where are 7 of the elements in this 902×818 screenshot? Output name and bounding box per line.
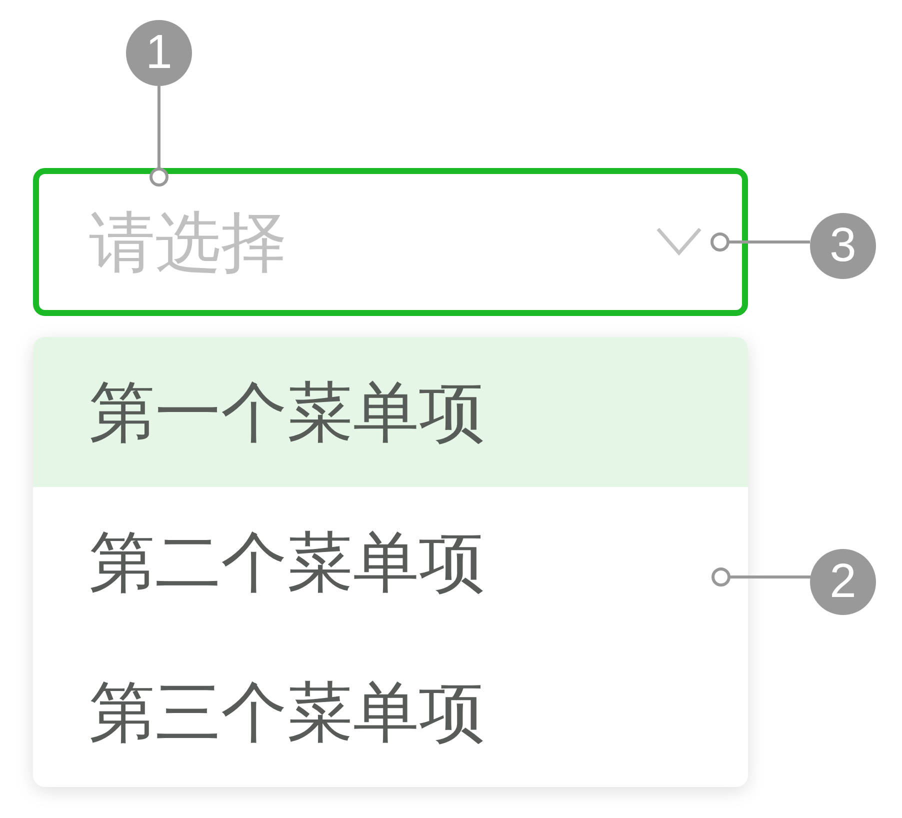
callout-badge: 1	[126, 20, 192, 86]
menu-item[interactable]: 第一个菜单项	[33, 337, 748, 487]
callout-badge: 3	[810, 213, 876, 279]
callout-badge: 2	[810, 549, 876, 615]
menu-item[interactable]: 第二个菜单项	[33, 487, 748, 637]
chevron-down-icon	[656, 227, 702, 257]
menu-item[interactable]: 第三个菜单项	[33, 637, 748, 787]
